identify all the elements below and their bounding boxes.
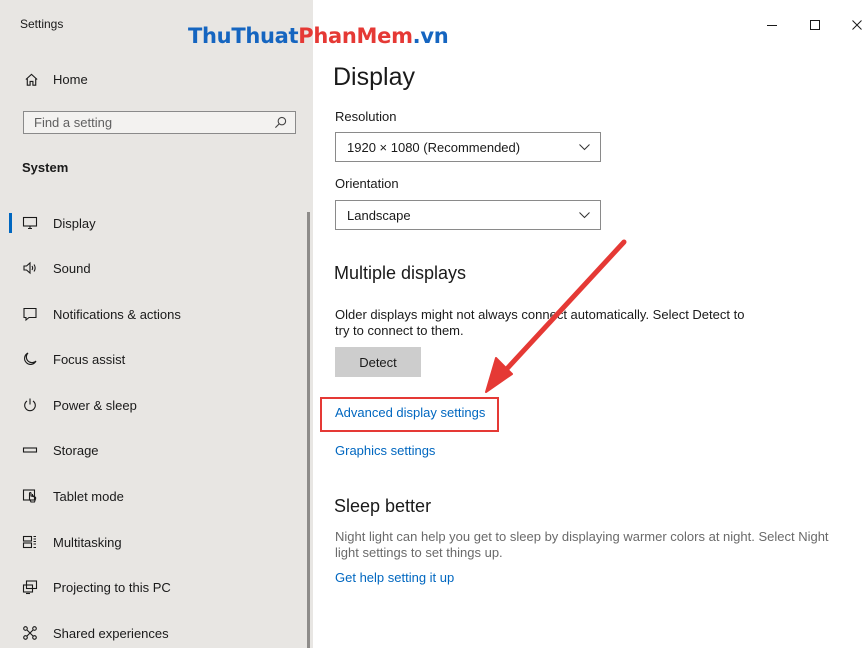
notification-icon — [23, 307, 37, 322]
orientation-label: Orientation — [335, 176, 399, 191]
multiple-displays-description: Older displays might not always connect … — [335, 307, 745, 338]
shared-experiences-icon — [23, 626, 37, 640]
resolution-value: 1920 × 1080 (Recommended) — [347, 139, 521, 155]
home-icon — [25, 73, 38, 86]
sidebar-item-label: Projecting to this PC — [53, 579, 171, 595]
graphics-settings-link[interactable]: Graphics settings — [335, 443, 435, 458]
sidebar-item-label: Shared experiences — [53, 625, 169, 641]
sidebar-home-label: Home — [53, 71, 88, 87]
detect-button[interactable]: Detect — [335, 347, 421, 377]
page-title: Display — [333, 63, 415, 91]
maximize-icon — [810, 20, 820, 30]
sidebar-item-label: Storage — [53, 442, 99, 458]
search-placeholder: Find a setting — [34, 115, 113, 130]
resolution-dropdown[interactable]: 1920 × 1080 (Recommended) — [335, 132, 601, 162]
sidebar-item-power-sleep[interactable]: Power & sleep — [0, 387, 300, 423]
sidebar-item-label: Tablet mode — [53, 488, 124, 504]
orientation-dropdown[interactable]: Landscape — [335, 200, 601, 230]
sidebar-item-sound[interactable]: Sound — [0, 250, 300, 286]
storage-icon — [22, 447, 38, 453]
sleep-better-description: Night light can help you get to sleep by… — [335, 529, 829, 560]
orientation-value: Landscape — [347, 207, 411, 223]
annotation-highlight-box — [320, 397, 499, 432]
sidebar-item-label: Display — [53, 215, 96, 231]
sidebar: Settings Home Find a setting System Disp… — [0, 0, 313, 648]
maximize-button[interactable] — [800, 10, 830, 40]
sidebar-item-notifications[interactable]: Notifications & actions — [0, 296, 300, 332]
sidebar-home[interactable]: Home — [24, 69, 88, 89]
sidebar-item-label: Focus assist — [53, 351, 126, 367]
watermark-logo: ThuThuatPhanMem.vn — [188, 24, 449, 48]
chevron-down-icon — [579, 144, 590, 151]
sidebar-item-tablet-mode[interactable]: Tablet mode — [0, 478, 300, 514]
sidebar-item-multitasking[interactable]: Multitasking — [0, 524, 300, 560]
get-help-link[interactable]: Get help setting it up — [335, 570, 454, 585]
sidebar-item-display[interactable]: Display — [0, 205, 300, 241]
minimize-button[interactable] — [757, 10, 787, 40]
sleep-better-heading: Sleep better — [334, 496, 432, 516]
search-input[interactable]: Find a setting — [23, 111, 296, 134]
speaker-icon — [23, 261, 36, 275]
close-button[interactable] — [842, 10, 867, 40]
power-icon — [24, 398, 36, 412]
close-icon — [852, 20, 862, 30]
window-title: Settings — [20, 17, 64, 31]
projecting-icon — [22, 580, 38, 595]
sidebar-item-projecting[interactable]: Projecting to this PC — [0, 569, 300, 605]
sidebar-item-label: Power & sleep — [53, 397, 137, 413]
multitasking-icon — [22, 535, 36, 549]
resolution-label: Resolution — [335, 109, 397, 124]
tablet-mode-icon — [22, 489, 37, 503]
sidebar-item-label: Notifications & actions — [53, 306, 181, 322]
sidebar-item-label: Sound — [53, 260, 91, 276]
chevron-down-icon — [579, 212, 590, 219]
search-icon — [274, 116, 287, 129]
sidebar-item-label: Multitasking — [53, 534, 122, 550]
section-label-system: System — [22, 160, 69, 175]
sidebar-item-shared-experiences[interactable]: Shared experiences — [0, 615, 300, 651]
multiple-displays-heading: Multiple displays — [334, 263, 467, 283]
sidebar-scrollbar[interactable] — [307, 212, 310, 648]
sidebar-item-storage[interactable]: Storage — [0, 432, 300, 468]
minimize-icon — [767, 25, 777, 26]
sidebar-item-focus-assist[interactable]: Focus assist — [0, 341, 300, 377]
monitor-icon — [22, 216, 38, 230]
moon-icon — [24, 352, 37, 365]
